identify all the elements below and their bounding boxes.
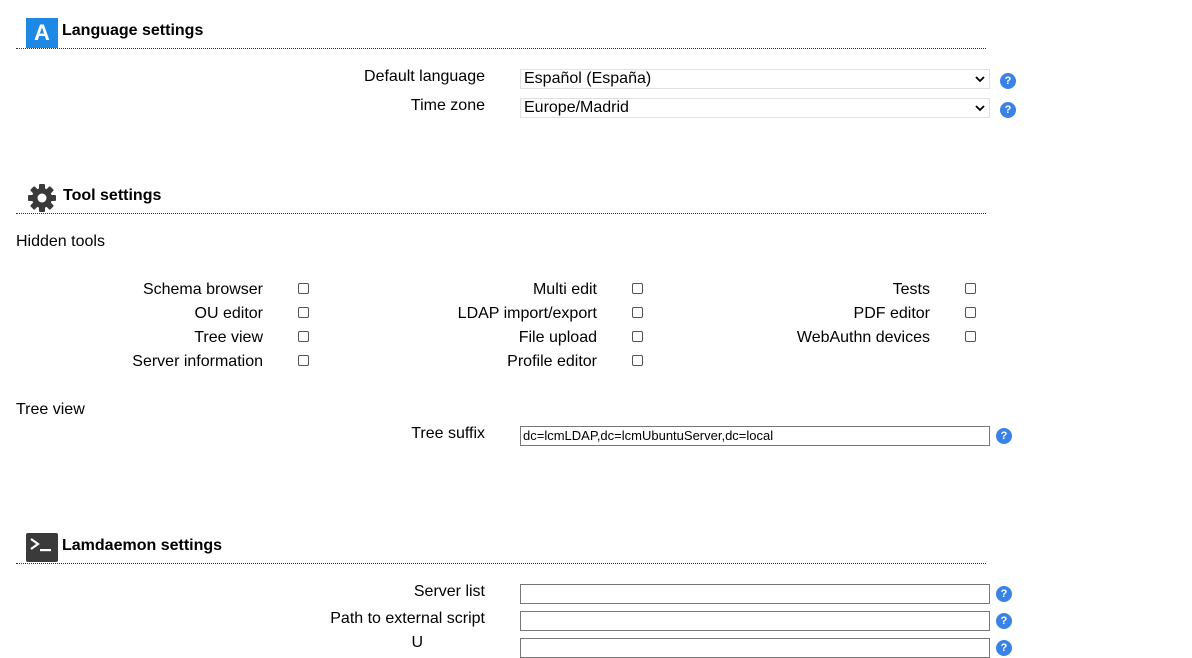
rights-help-icon[interactable]: ?: [996, 640, 1012, 656]
tool-settings-title: Tool settings: [63, 187, 162, 204]
time-zone-label: Time zone: [410, 97, 485, 114]
tool-settings-divider: [16, 213, 986, 214]
default-language-select[interactable]: Español (España): [520, 69, 990, 89]
tool-label-ou-editor: OU editor: [194, 305, 263, 322]
tree-suffix-label: Tree suffix: [411, 425, 485, 442]
tool-checkbox-tests[interactable]: [965, 283, 976, 294]
tool-label-tree-view: Tree view: [194, 329, 263, 346]
tool-checkbox-schema-browser[interactable]: [298, 283, 309, 294]
tool-checkbox-profile-editor[interactable]: [632, 355, 643, 366]
path-script-input[interactable]: [520, 611, 990, 631]
tool-checkbox-multi-edit[interactable]: [632, 283, 643, 294]
tool-label-server-information: Server information: [132, 353, 263, 370]
server-list-input[interactable]: [520, 584, 990, 604]
default-language-help-icon[interactable]: ?: [1000, 73, 1016, 89]
tool-label-multi-edit: Multi edit: [532, 281, 597, 298]
tool-checkbox-pdf-editor[interactable]: [965, 307, 976, 318]
tool-label-tests: Tests: [892, 281, 930, 298]
server-list-label: Server list: [413, 583, 485, 600]
language-icon: A: [26, 18, 58, 48]
tool-checkbox-server-information[interactable]: [298, 355, 309, 366]
chevron-down-icon: [971, 99, 989, 117]
time-zone-help-icon[interactable]: ?: [1000, 102, 1016, 118]
time-zone-select[interactable]: Europe/Madrid: [520, 98, 990, 118]
tool-checkbox-ou-editor[interactable]: [298, 307, 309, 318]
tool-checkbox-file-upload[interactable]: [632, 331, 643, 342]
default-language-label: Default language: [364, 68, 485, 85]
language-settings-title: Language settings: [62, 22, 204, 39]
terminal-icon: [26, 533, 58, 562]
lamdaemon-settings-divider: [16, 563, 986, 564]
path-script-label: Path to external script: [330, 610, 485, 627]
default-language-value: Español (España): [524, 70, 652, 87]
tree-view-heading: Tree view: [16, 401, 85, 418]
tool-checkbox-tree-view[interactable]: [298, 331, 309, 342]
tool-label-webauthn-devices: WebAuthn devices: [796, 329, 930, 346]
rights-input-partial[interactable]: [520, 638, 990, 658]
tree-suffix-input[interactable]: dc=lcmLDAP,dc=lcmUbuntuServer,dc=local: [520, 426, 990, 446]
tool-checkbox-webauthn-devices[interactable]: [965, 331, 976, 342]
tool-label-profile-editor: Profile editor: [507, 353, 597, 370]
tool-label-schema-browser: Schema browser: [142, 281, 263, 298]
tool-checkbox-ldap-import-export[interactable]: [632, 307, 643, 318]
time-zone-value: Europe/Madrid: [524, 99, 629, 116]
tool-label-file-upload: File upload: [518, 329, 597, 346]
lamdaemon-settings-title: Lamdaemon settings: [62, 537, 223, 554]
rights-label-partial: U: [411, 634, 423, 651]
server-list-help-icon[interactable]: ?: [996, 586, 1012, 602]
language-settings-divider: [16, 48, 986, 49]
path-script-help-icon[interactable]: ?: [996, 613, 1012, 629]
tree-suffix-help-icon[interactable]: ?: [996, 428, 1012, 444]
chevron-down-icon: [971, 70, 989, 88]
tool-label-pdf-editor: PDF editor: [853, 305, 930, 322]
tool-label-ldap-import-export: LDAP import/export: [457, 305, 597, 322]
gear-icon: [27, 183, 57, 213]
hidden-tools-heading: Hidden tools: [16, 233, 105, 250]
